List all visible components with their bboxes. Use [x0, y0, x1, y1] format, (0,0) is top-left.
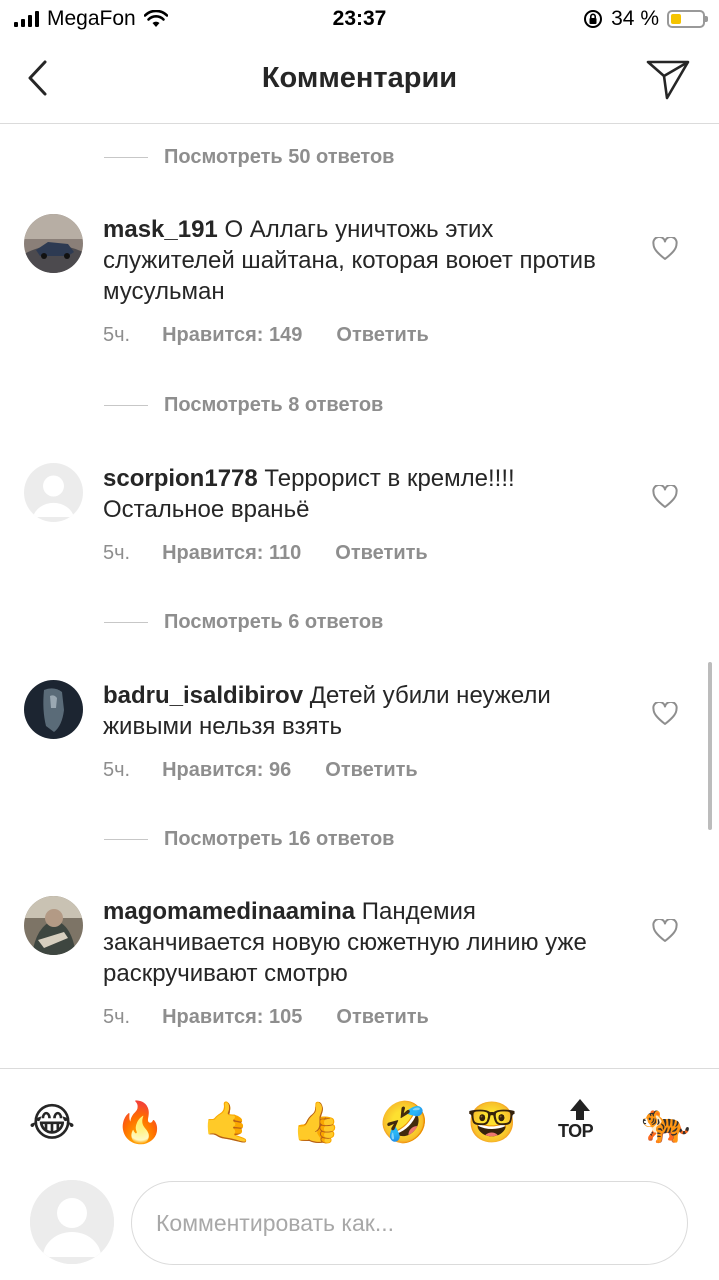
avatar[interactable] [24, 896, 83, 955]
comment-username[interactable]: magomamedinaamina [103, 898, 355, 925]
current-user-avatar [30, 1180, 114, 1264]
status-bar: MegaFon 23:37 34 % [0, 0, 719, 40]
heart-icon [652, 917, 678, 942]
replies-divider [104, 839, 148, 840]
header-bar: Комментарии [0, 40, 719, 124]
comment-likes[interactable]: Нравится: 149 [162, 324, 302, 347]
fire-emoji-button[interactable]: 🔥 [112, 1095, 168, 1151]
divider [0, 1068, 719, 1069]
share-button[interactable] [645, 56, 691, 102]
comment-meta: 5ч. Нравится: 96 Ответить [103, 759, 418, 782]
reply-button[interactable]: Ответить [335, 542, 427, 565]
call-me-hand-emoji-button[interactable]: 🤙 [200, 1095, 256, 1151]
view-replies-link[interactable]: Посмотреть 6 ответов [104, 611, 383, 634]
thumbs-up-emoji-button[interactable]: 👍 [288, 1095, 344, 1151]
comment-username[interactable]: scorpion1778 [103, 465, 258, 492]
tiger-emoji-button[interactable]: 🐅 [638, 1095, 694, 1151]
view-replies-link[interactable]: Посмотреть 50 ответов [104, 146, 394, 169]
avatar[interactable] [24, 680, 83, 739]
view-replies-label: Посмотреть 16 ответов [164, 828, 395, 850]
replies-divider [104, 405, 148, 406]
comment-meta: 5ч. Нравится: 149 Ответить [103, 324, 429, 347]
replies-divider [104, 622, 148, 623]
battery-percent: 34 % [611, 7, 659, 30]
comment-text: magomamedinaamina Пандемия заканчивается… [103, 896, 623, 989]
top-label: TOP [558, 1121, 594, 1141]
comment-time: 5ч. [103, 324, 131, 346]
view-replies-link[interactable]: Посмотреть 8 ответов [104, 394, 383, 417]
nerd-face-emoji-button[interactable]: 🤓 [464, 1095, 520, 1151]
view-replies-link[interactable]: Посмотреть 16 ответов [104, 828, 394, 851]
rolling-laughing-emoji-button[interactable]: 🤣 [376, 1095, 432, 1151]
comment-likes[interactable]: Нравится: 105 [162, 1006, 302, 1029]
comment-time: 5ч. [103, 542, 131, 564]
reply-button[interactable]: Ответить [336, 324, 428, 347]
tears-of-joy-emoji-button[interactable]: 😂 [24, 1095, 80, 1151]
like-button[interactable] [652, 700, 678, 726]
comment-meta: 5ч. Нравится: 110 Ответить [103, 542, 428, 565]
reply-button[interactable]: Ответить [325, 759, 417, 782]
comment-input[interactable] [131, 1181, 688, 1265]
avatar[interactable] [24, 214, 83, 273]
replies-divider [104, 157, 148, 158]
comment-likes[interactable]: Нравится: 110 [162, 542, 301, 565]
comment-text: mask_191 О Аллагь уничтожь этих служител… [103, 214, 623, 307]
heart-icon [652, 483, 678, 508]
avatar[interactable] [24, 463, 83, 522]
view-replies-label: Посмотреть 6 ответов [164, 611, 384, 633]
page-title: Комментарии [261, 62, 458, 94]
comment-text: badru_isaldibirov Детей убили неужели жи… [103, 680, 623, 742]
default-avatar-icon [24, 463, 83, 522]
reply-button[interactable]: Ответить [336, 1006, 428, 1029]
comment-time: 5ч. [103, 759, 131, 781]
like-button[interactable] [652, 917, 678, 943]
view-replies-label: Посмотреть 50 ответов [164, 146, 395, 168]
comment-username[interactable]: mask_191 [103, 216, 218, 243]
status-right: 34 % [583, 7, 708, 31]
comment-time: 5ч. [103, 1006, 131, 1028]
comment-meta: 5ч. Нравится: 105 Ответить [103, 1006, 429, 1029]
paper-plane-icon [646, 60, 690, 100]
battery-icon [667, 10, 708, 28]
like-button[interactable] [652, 483, 678, 509]
comment-text: scorpion1778 Террорист в кремле!!!! Оста… [103, 463, 623, 525]
scrollbar[interactable] [708, 662, 712, 830]
default-avatar-icon [30, 1180, 114, 1264]
view-replies-label: Посмотреть 8 ответов [164, 394, 384, 416]
orientation-lock-icon [584, 10, 603, 28]
heart-icon [652, 235, 678, 260]
comment-username[interactable]: badru_isaldibirov [103, 682, 303, 709]
quick-reactions-bar: 😂 🔥 🤙 👍 🤣 🤓 TOP 🐅 [0, 1095, 719, 1151]
top-emoji-button[interactable]: TOP [556, 1097, 602, 1147]
like-button[interactable] [652, 235, 678, 261]
heart-icon [652, 700, 678, 725]
comment-likes[interactable]: Нравится: 96 [162, 759, 291, 782]
